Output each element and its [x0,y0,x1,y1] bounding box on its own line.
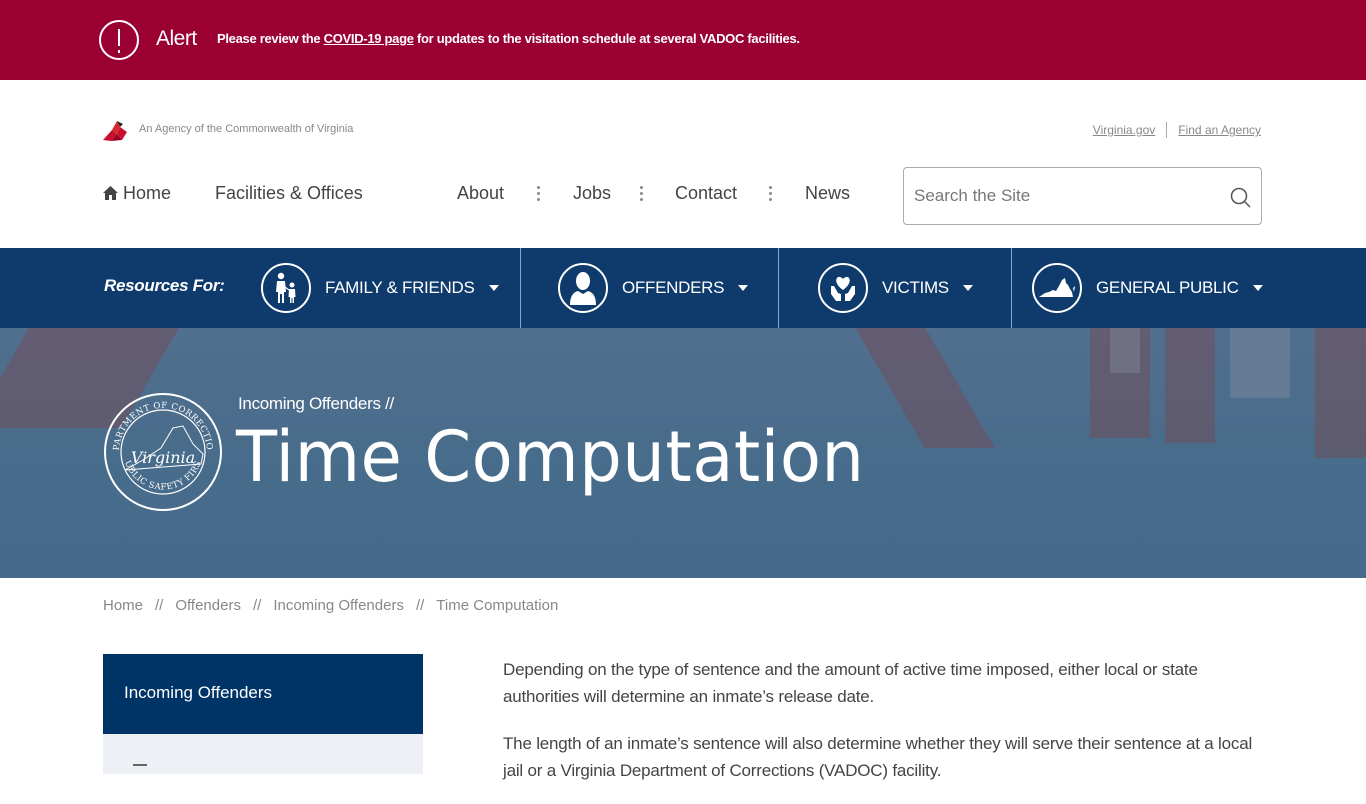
resources-offenders[interactable]: OFFENDERS [558,248,749,328]
nav-home-label: Home [123,183,172,203]
resources-bar: Resources For: FAMILY & FRIENDS OFFENDER… [0,248,1366,328]
find-an-agency-link[interactable]: Find an Agency [1178,123,1261,137]
page-title: Time Computation [236,416,865,498]
resources-general-public-label: GENERAL PUBLIC [1096,278,1239,297]
resources-label: Resources For: [104,276,225,295]
search-box [903,167,1262,225]
heart-hands-icon [818,263,868,313]
nav-separator [769,186,772,202]
alert-banner: Alert Please review the COVID-19 page fo… [0,0,1366,80]
exclamation-circle-icon [99,20,139,60]
virginia-gov-link[interactable]: Virginia.gov [1093,123,1155,137]
covid-page-link[interactable]: COVID-19 page [324,31,414,46]
home-icon [103,186,118,200]
resources-general-public[interactable]: GENERAL PUBLIC [1032,248,1263,328]
main-content: Depending on the type of sentence and th… [503,656,1263,804]
resources-victims[interactable]: VICTIMS [818,248,973,328]
breadcrumb-incoming-offenders[interactable]: Incoming Offenders [273,597,404,614]
nav-about[interactable]: About [457,183,504,204]
nav-contact[interactable]: Contact [675,183,737,204]
content-paragraph: The length of an inmate’s sentence will … [503,734,1253,780]
resources-offenders-label: OFFENDERS [622,278,725,297]
divider [520,248,521,328]
hero-parent-link[interactable]: Incoming Offenders // [238,394,394,414]
breadcrumb: Home // Offenders // Incoming Offenders … [103,597,558,614]
alert-label: Alert [156,27,197,50]
divider [1011,248,1012,328]
virginia-state-icon [1032,263,1082,313]
content-paragraph: Depending on the type of sentence and th… [503,660,1198,706]
nav-separator [640,186,643,202]
svg-text:DEPARTMENT OF CORRECTIONS: DEPARTMENT OF CORRECTIONS [103,392,214,451]
cardinal-icon [103,121,127,141]
sidebar-heading[interactable]: Incoming Offenders [103,654,423,734]
sidebar-item-partial[interactable] [133,764,147,770]
caret-down-icon [1252,285,1263,291]
hero-background-window [1230,328,1290,398]
nav-separator [537,186,540,202]
nav-home[interactable]: Home [103,183,171,204]
nav-news[interactable]: News [805,183,850,204]
caret-down-icon [488,285,499,291]
caret-down-icon [962,285,973,291]
breadcrumb-home[interactable]: Home [103,597,143,614]
sidebar-menu [103,734,423,774]
hero-background-window [1110,328,1140,373]
divider [778,248,779,328]
resources-victims-label: VICTIMS [882,278,949,297]
nav-facilities-offices[interactable]: Facilities & Offices [215,183,363,204]
seal-middle-text: Virginia [131,448,195,467]
seal-top-text: DEPARTMENT OF CORRECTIONS [103,392,214,451]
breadcrumb-separator: // [252,597,262,614]
hero-background-wall [1165,328,1215,443]
breadcrumb-current: Time Computation [436,597,559,614]
alert-text-after: for updates to the visitation schedule a… [413,31,800,46]
caret-down-icon [738,285,749,291]
resources-family-friends-label: FAMILY & FRIENDS [325,278,475,297]
hero-background-stair [855,328,995,448]
family-icon [261,263,311,313]
search-icon[interactable] [1230,187,1251,208]
person-icon [558,263,608,313]
breadcrumb-separator: // [415,597,425,614]
alert-text-before: Please review the [217,31,324,46]
link-divider [1166,122,1168,138]
agency-text: An Agency of the Commonwealth of Virgini… [139,123,354,135]
alert-message: Please review the COVID-19 page for upda… [217,31,800,46]
vadoc-seal-logo: DEPARTMENT OF CORRECTIONS PUBLIC SAFETY … [103,392,222,511]
hero-background-wall [1315,328,1366,458]
resources-family-friends[interactable]: FAMILY & FRIENDS [261,248,499,328]
nav-jobs[interactable]: Jobs [573,183,611,204]
hero-banner: DEPARTMENT OF CORRECTIONS PUBLIC SAFETY … [0,328,1366,578]
search-input[interactable] [914,168,1214,224]
top-links: Virginia.gov Find an Agency [1093,122,1261,138]
breadcrumb-separator: // [155,597,164,614]
breadcrumb-offenders[interactable]: Offenders [175,597,241,614]
